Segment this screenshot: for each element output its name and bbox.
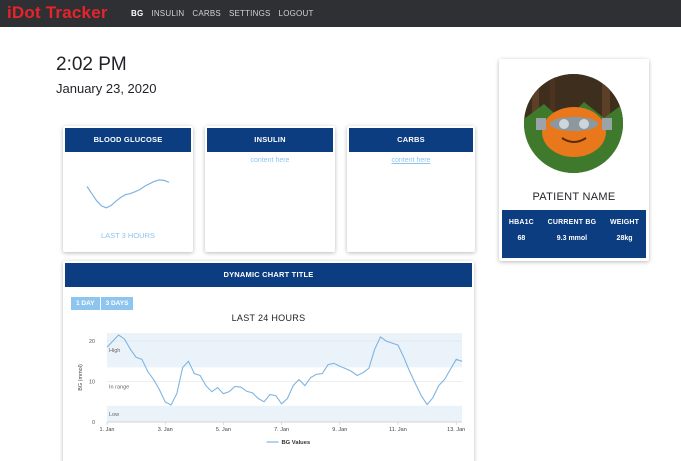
y-axis-label: BG (mmol) (78, 364, 84, 391)
nav-link-logout[interactable]: LOGOUT (279, 9, 314, 18)
avatar-image (524, 74, 623, 173)
stat-hba1c: HBA1C 68 (509, 219, 534, 258)
x-tick-label: 5. Jan (216, 427, 231, 433)
patient-avatar[interactable] (524, 74, 623, 173)
dynamic-chart-card-title: DYNAMIC CHART TITLE (65, 263, 472, 287)
carbs-card[interactable]: CARBS content here (347, 126, 475, 252)
top-navbar: iDot Tracker BG INSULIN CARBS SETTINGS L… (0, 0, 681, 27)
plot-band-low (107, 405, 462, 422)
plot-band-label: High (109, 348, 120, 354)
x-tick-label: 3. Jan (158, 427, 173, 433)
plot-band-label: In range (109, 385, 129, 391)
bg-last-hours-label: LAST 3 HOURS (100, 231, 156, 240)
nav-link-insulin[interactable]: INSULIN (151, 9, 184, 18)
stat-weight: WEIGHT 28kg (610, 219, 639, 258)
brand-logo[interactable]: iDot Tracker (7, 3, 108, 23)
dynamic-chart-card: DYNAMIC CHART TITLE 1 DAY 3 DAYS LAST 24… (63, 261, 474, 461)
nav-link-settings[interactable]: SETTINGS (229, 9, 271, 18)
y-tick-label: 10 (89, 380, 95, 386)
blood-glucose-sparkline (86, 179, 170, 209)
patient-stats-panel: HBA1C 68 CURRENT BG 9.3 mmol WEIGHT 28kg (502, 210, 646, 258)
stat-value: 68 (517, 235, 526, 242)
insulin-content-text: content here (250, 157, 290, 164)
insulin-card-title: INSULIN (207, 128, 333, 152)
x-tick-label: 1. Jan (100, 427, 115, 433)
range-3-days-button[interactable]: 3 DAYS (100, 297, 134, 310)
bg-line-chart: High In range Low 0 10 20 1. Jan 3. Jan 5. Jan 7.… (78, 333, 465, 446)
stat-value: 28kg (616, 235, 633, 242)
patient-name: PATIENT NAME (532, 191, 616, 203)
range-button-group: 1 DAY 3 DAYS (71, 297, 134, 310)
y-tick-label: 20 (89, 339, 95, 345)
sparkline-series-line (86, 179, 170, 209)
stat-label: CURRENT BG (547, 219, 597, 226)
nav-link-carbs[interactable]: CARBS (192, 9, 221, 18)
x-tick-label: 13. Jan (447, 427, 465, 433)
patient-card: PATIENT NAME HBA1C 68 CURRENT BG 9.3 mmo… (499, 59, 649, 261)
nav-links: BG INSULIN CARBS SETTINGS LOGOUT (131, 9, 314, 18)
x-tick-label: 9. Jan (332, 427, 347, 433)
stat-label: HBA1C (508, 219, 534, 226)
carbs-card-title: CARBS (349, 128, 473, 152)
current-time: 2:02 PM (56, 54, 127, 75)
blood-glucose-card[interactable]: BLOOD GLUCOSE LAST 3 HOURS (63, 126, 193, 252)
stat-value: 9.3 mmol (556, 235, 588, 242)
stat-label: WEIGHT (609, 219, 640, 226)
chart-title: LAST 24 HOURS (231, 313, 306, 323)
plot-band-high (107, 333, 462, 368)
y-tick-label: 0 (92, 420, 95, 426)
nav-link-bg[interactable]: BG (131, 9, 143, 18)
plot-band-label: Low (109, 412, 119, 418)
x-tick-label: 7. Jan (274, 427, 289, 433)
current-date: January 23, 2020 (56, 81, 157, 96)
plot-band-in-range (107, 367, 462, 406)
blood-glucose-card-title: BLOOD GLUCOSE (65, 128, 191, 152)
insulin-card[interactable]: INSULIN content here (205, 126, 335, 252)
x-tick-label: 11. Jan (389, 427, 407, 433)
stat-current-bg: CURRENT BG 9.3 mmol (548, 219, 597, 258)
legend-item-bg-values: BG Values (282, 440, 311, 446)
carbs-content-link[interactable]: content here (347, 157, 475, 164)
range-1-day-button[interactable]: 1 DAY (71, 297, 100, 310)
